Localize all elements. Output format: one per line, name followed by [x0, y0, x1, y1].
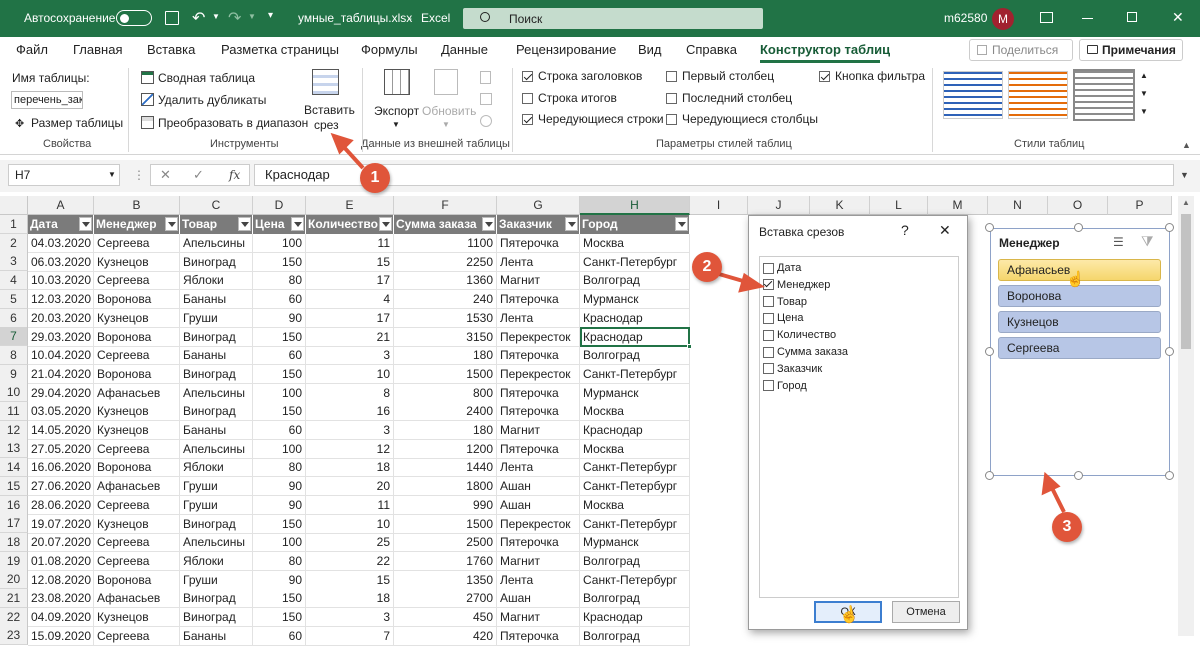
step-badge-2: 2 — [692, 252, 722, 282]
annotation-arrows — [330, 132, 1066, 513]
step-badge-3: 3 — [1052, 512, 1082, 542]
step-badge-1: 1 — [360, 163, 390, 193]
arrow-2-head — [738, 272, 766, 293]
arrow-3-head — [1041, 471, 1061, 496]
